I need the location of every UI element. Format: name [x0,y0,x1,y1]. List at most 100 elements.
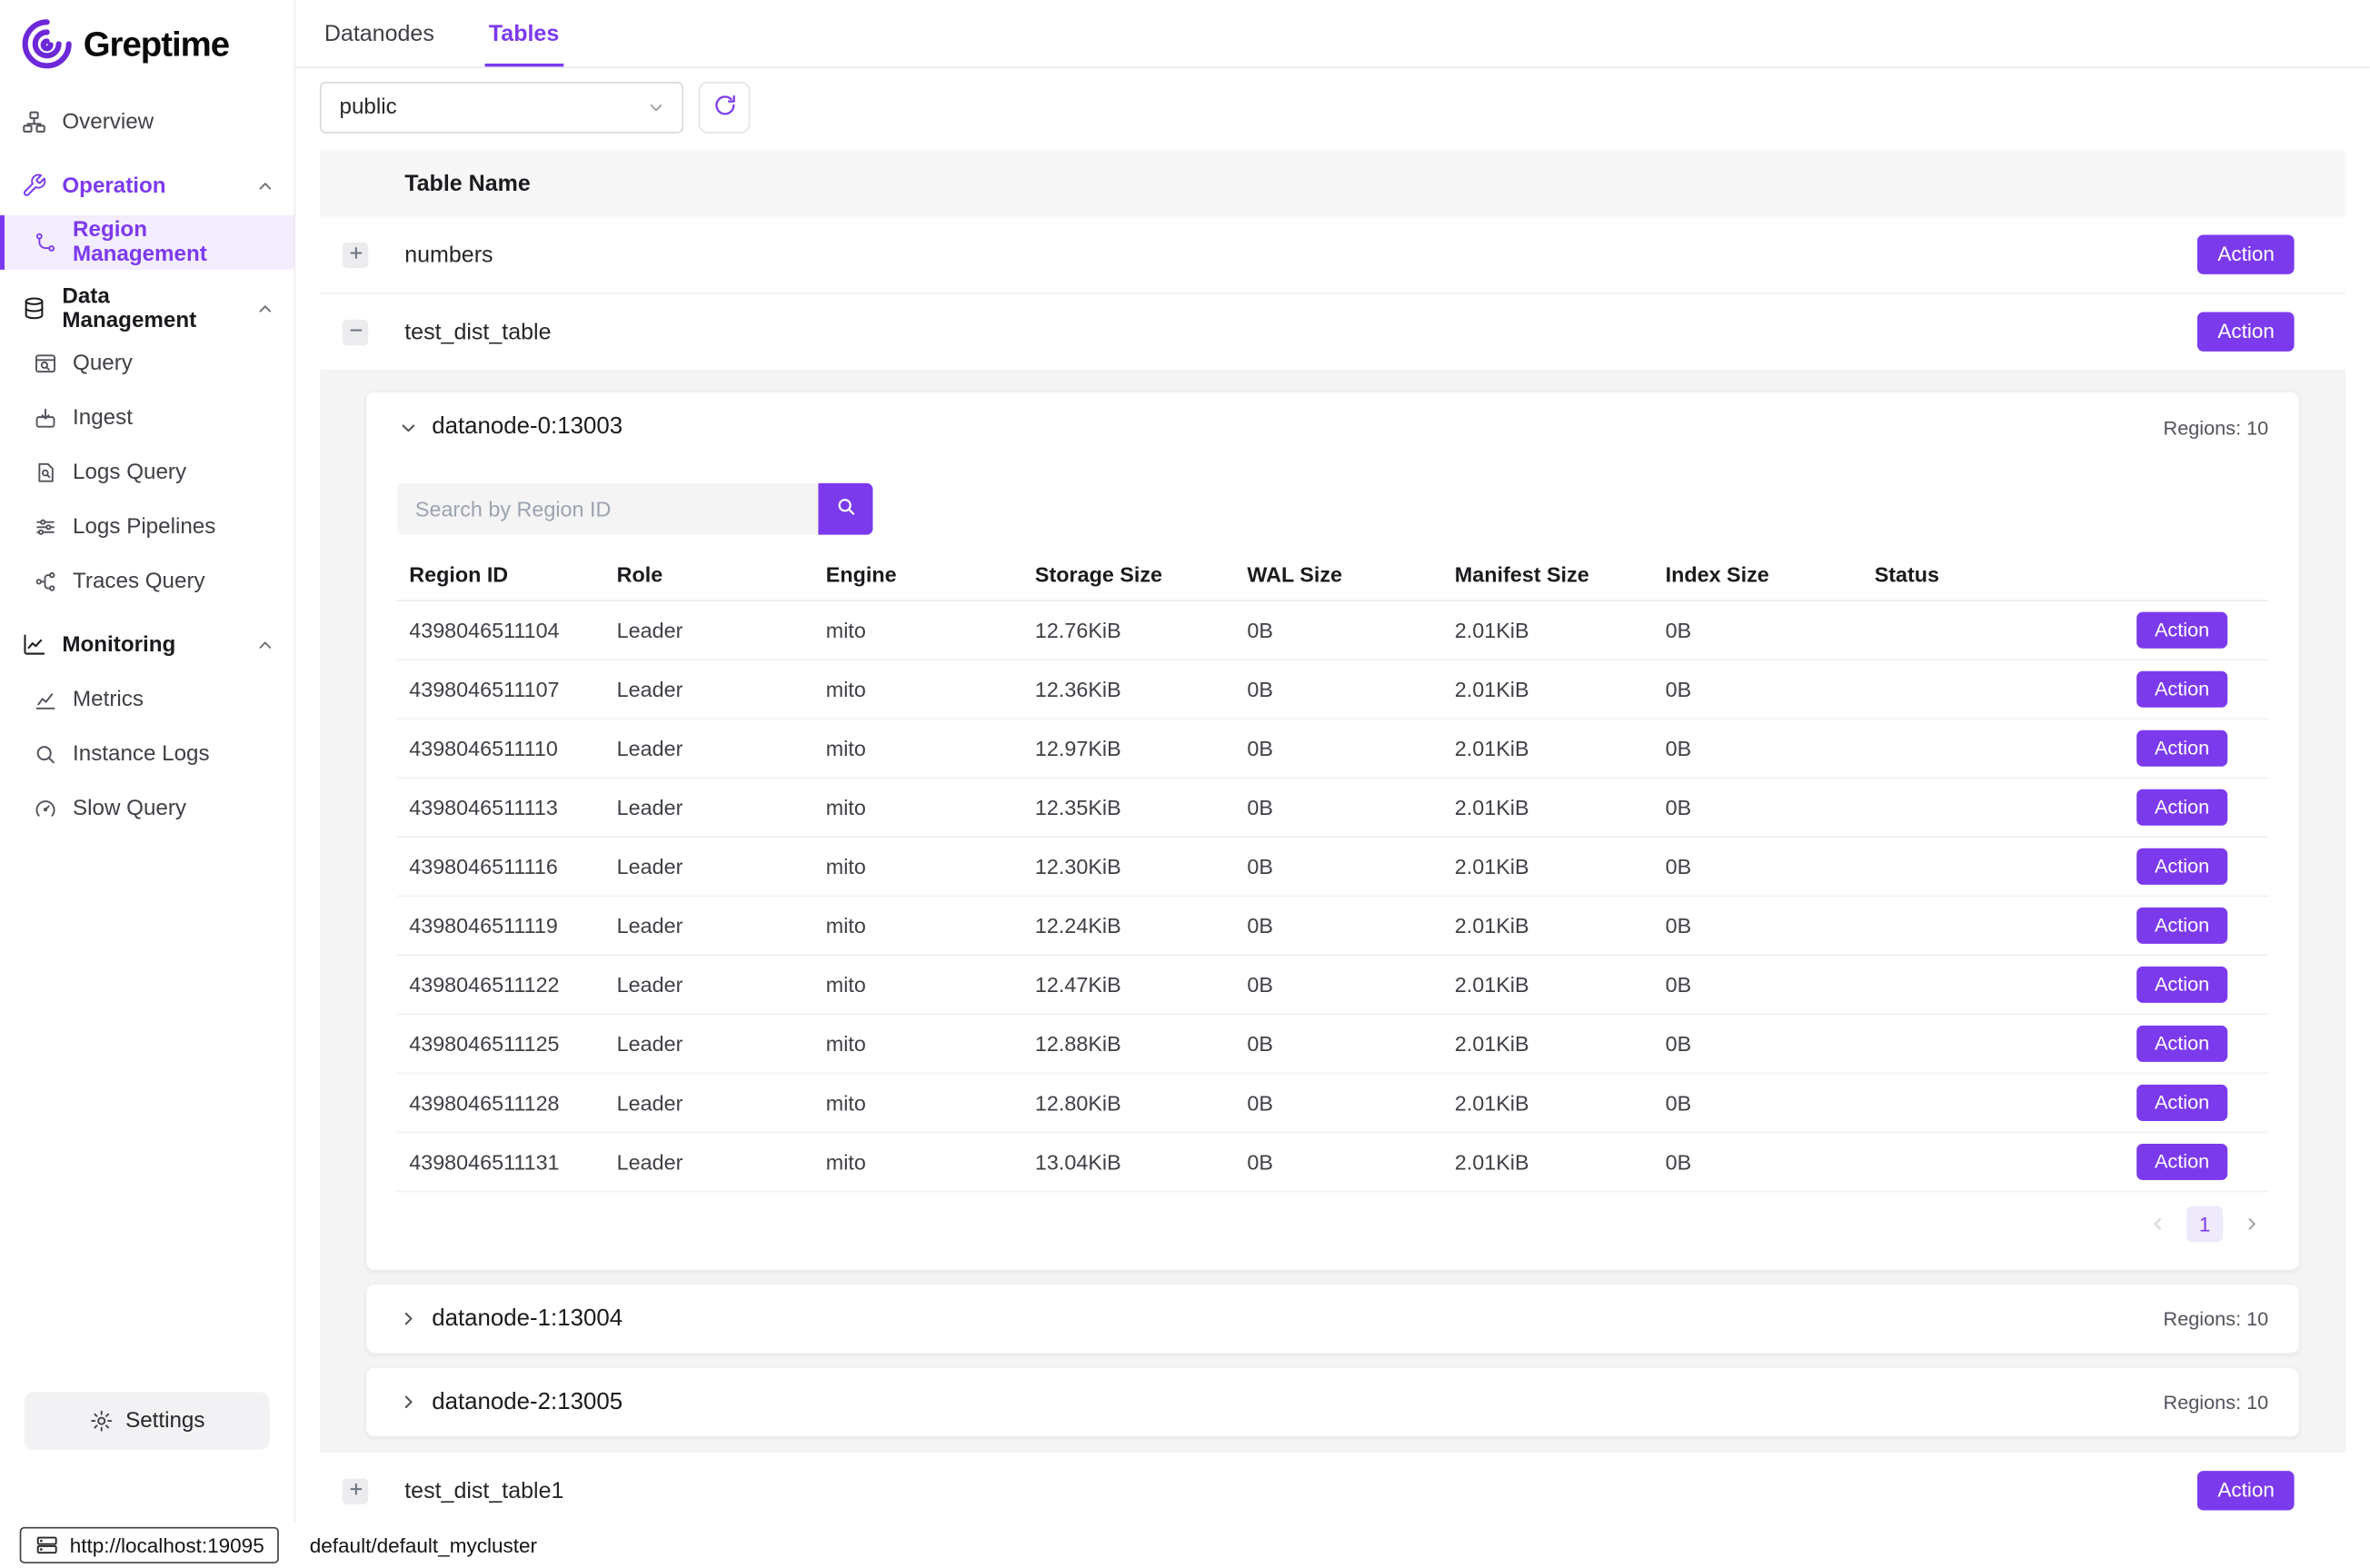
pagination-page[interactable]: 1 [2186,1206,2223,1242]
sidebar-item-region-management[interactable]: Region Management [0,215,294,270]
region-search-button[interactable] [818,483,872,535]
chevron-right-icon [397,1391,420,1414]
refresh-button[interactable] [699,82,751,134]
engine-cell: mito [826,1150,1035,1175]
sidebar-item-slow-query[interactable]: Slow Query [0,783,294,833]
table-action-button[interactable]: Action [2198,312,2295,352]
chevron-down-icon [397,416,420,439]
region-action-button[interactable]: Action [2136,612,2227,648]
region-action-button[interactable]: Action [2136,1144,2227,1179]
table-row: 4398046511131 Leader mito 13.04KiB 0B 2.… [397,1133,2268,1192]
expand-plus-button[interactable] [343,242,368,267]
schema-select[interactable]: public [320,82,683,134]
index-size-cell: 0B [1666,618,1875,642]
role-cell: Leader [617,1091,826,1116]
manifest-size-cell: 2.01KiB [1455,973,1666,997]
engine-cell: mito [826,736,1035,760]
region-search [397,483,2268,535]
engine-cell: mito [826,1091,1035,1116]
index-size-cell: 0B [1666,1032,1875,1057]
region-id-cell: 4398046511119 [409,914,616,938]
datanode-body: Region ID Role Engine Storage Size WAL S… [367,483,2299,1269]
region-action-button[interactable]: Action [2136,730,2227,766]
index-size-cell: 0B [1666,914,1875,938]
sidebar-item-data-management[interactable]: Data Management [0,283,294,333]
datanode-header[interactable]: datanode-1:13004 Regions: 10 [367,1285,2299,1353]
table-action-button[interactable]: Action [2198,234,2295,274]
sidebar-item-label: Logs Query [73,460,186,484]
column-header: Status [1875,561,2123,586]
chevron-left-icon[interactable] [2147,1214,2168,1235]
region-table-header: Region ID Role Engine Storage Size WAL S… [397,547,2268,601]
manifest-size-cell: 2.01KiB [1455,618,1666,642]
engine-cell: mito [826,795,1035,819]
sidebar-item-label: Ingest [73,405,133,430]
region-action-button[interactable]: Action [2136,789,2227,825]
wal-size-cell: 0B [1247,795,1454,819]
table-row: 4398046511104 Leader mito 12.76KiB 0B 2.… [397,601,2268,660]
datanode-header[interactable]: datanode-2:13005 Regions: 10 [367,1368,2299,1436]
sidebar-nav: Overview Operation Region Management [0,97,294,838]
datanode-header[interactable]: datanode-0:13003 Regions: 10 [367,392,2299,462]
index-size-cell: 0B [1666,736,1875,760]
storage-size-cell: 12.30KiB [1035,854,1247,878]
datanode-card: datanode-1:13004 Regions: 10 [365,1283,2300,1354]
settings-label: Settings [125,1409,204,1434]
column-header: Index Size [1666,561,1875,586]
region-action-button[interactable]: Action [2136,908,2227,943]
status-bar: http://localhost:19095 default/default_m… [0,1523,2370,1568]
wrench-icon [21,173,46,198]
region-action-button[interactable]: Action [2136,1026,2227,1061]
sidebar-item-overview[interactable]: Overview [0,97,294,147]
query-window-icon [34,351,58,375]
role-cell: Leader [617,736,826,760]
settings-button[interactable]: Settings [25,1392,270,1449]
expand-plus-button[interactable] [343,1478,368,1503]
wal-size-cell: 0B [1247,677,1454,701]
sidebar-item-operation[interactable]: Operation [0,161,294,211]
engine-cell: mito [826,914,1035,938]
wal-size-cell: 0B [1247,854,1454,878]
sidebar-item-ingest[interactable]: Ingest [0,392,294,442]
index-size-cell: 0B [1666,854,1875,878]
brand-logo: Greptime [0,0,294,97]
storage-size-cell: 12.97KiB [1035,736,1247,760]
collapse-minus-button[interactable] [343,319,368,344]
regions-count: Regions: 10 [2164,1307,2269,1330]
region-id-cell: 4398046511125 [409,1032,616,1057]
sidebar-item-metrics[interactable]: Metrics [0,674,294,724]
sidebar-item-logs-query[interactable]: Logs Query [0,447,294,497]
regions-count: Regions: 10 [2164,416,2269,439]
chevron-right-icon [397,1307,420,1330]
brand-name: Greptime [84,24,229,65]
table-name: numbers [404,242,493,267]
sidebar-item-monitoring[interactable]: Monitoring [0,620,294,670]
engine-cell: mito [826,677,1035,701]
server-url: http://localhost:19095 [70,1533,264,1556]
column-header: Engine [826,561,1035,586]
table-action-button[interactable]: Action [2198,1471,2295,1511]
region-action-button[interactable]: Action [2136,967,2227,1002]
sidebar-item-instance-logs[interactable]: Instance Logs [0,729,294,779]
sidebar-item-logs-pipelines[interactable]: Logs Pipelines [0,501,294,551]
wal-size-cell: 0B [1247,618,1454,642]
index-size-cell: 0B [1666,1091,1875,1116]
column-header: Manifest Size [1455,561,1666,586]
sidebar-item-query[interactable]: Query [0,338,294,388]
role-cell: Leader [617,914,826,938]
region-action-button[interactable]: Action [2136,1085,2227,1120]
region-action-button[interactable]: Action [2136,849,2227,884]
wal-size-cell: 0B [1247,973,1454,997]
region-action-button[interactable]: Action [2136,671,2227,707]
region-search-input[interactable] [397,483,819,535]
sidebar-item-traces-query[interactable]: Traces Query [0,556,294,606]
tab-tables[interactable]: Tables [484,0,563,66]
region-id-cell: 4398046511122 [409,973,616,997]
table-row: test_dist_table1 Action [320,1453,2345,1530]
table-expanded-panel: datanode-0:13003 Regions: 10 [320,372,2345,1454]
chevron-right-icon[interactable] [2241,1214,2262,1235]
table-row: 4398046511116 Leader mito 12.30KiB 0B 2.… [397,838,2268,897]
column-header-label: Table Name [404,171,531,196]
tab-datanodes[interactable]: Datanodes [320,0,439,66]
chevron-up-icon [254,298,275,319]
